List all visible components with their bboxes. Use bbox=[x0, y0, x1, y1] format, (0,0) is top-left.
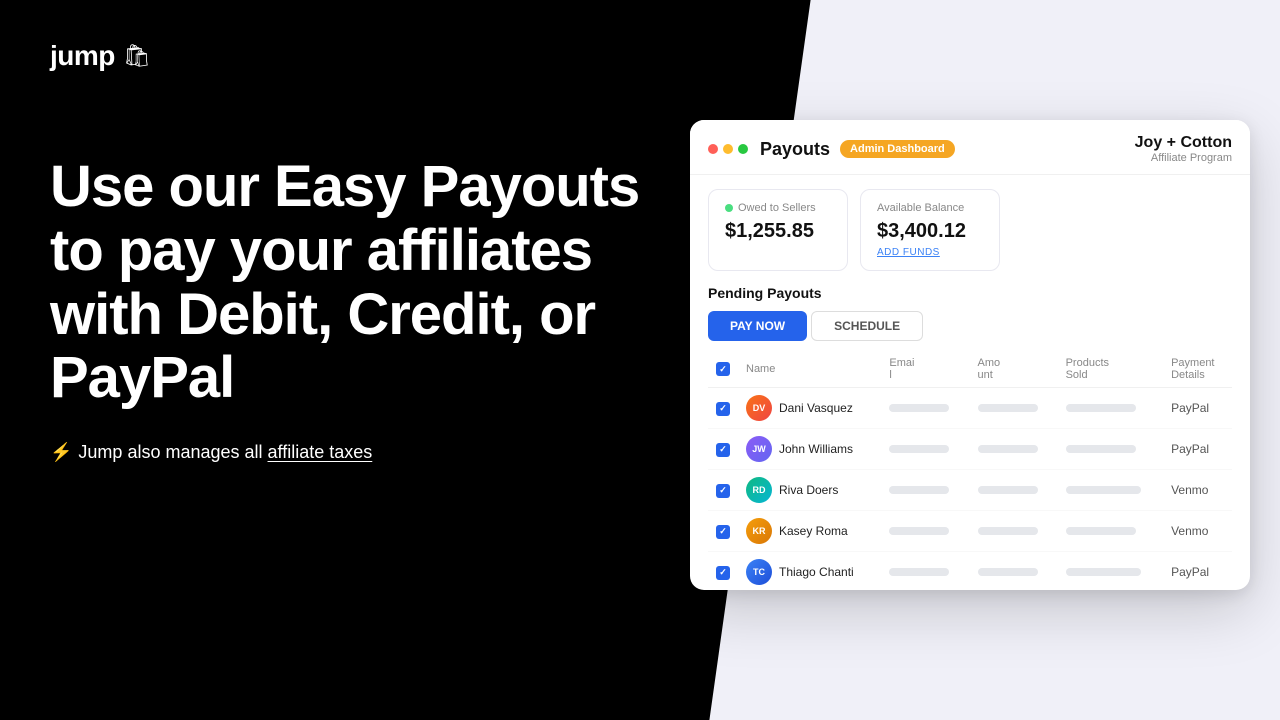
headline-area: Use our Easy Payouts to pay your affilia… bbox=[50, 155, 650, 463]
name-cell: DV Dani Vasquez bbox=[746, 395, 873, 421]
name-cell: RD Riva Doers bbox=[746, 477, 873, 503]
owed-value: $1,255.85 bbox=[725, 220, 831, 243]
person-name: Riva Doers bbox=[779, 483, 838, 497]
col-email: Email bbox=[881, 351, 969, 388]
email-placeholder bbox=[889, 445, 949, 453]
amount-placeholder bbox=[978, 445, 1038, 453]
person-name: John Williams bbox=[779, 442, 853, 456]
tab-row: PAY NOW SCHEDULE bbox=[708, 311, 1232, 341]
dot-yellow bbox=[723, 144, 733, 154]
avatar: JW bbox=[746, 436, 772, 462]
products-placeholder bbox=[1066, 404, 1136, 412]
payment-method: PayPal bbox=[1163, 388, 1232, 429]
tagline: ⚡ Jump also manages all affiliate taxes bbox=[50, 442, 650, 463]
avatar: KR bbox=[746, 518, 772, 544]
logo-area: jump 🛍 bbox=[50, 40, 151, 72]
person-name: Kasey Roma bbox=[779, 524, 848, 538]
admin-badge: Admin Dashboard bbox=[840, 140, 955, 158]
window-titlebar: Payouts Admin Dashboard Joy + Cotton Aff… bbox=[690, 120, 1250, 175]
email-placeholder bbox=[889, 486, 949, 494]
header-checkbox[interactable] bbox=[716, 362, 730, 376]
row-checkbox[interactable] bbox=[716, 443, 730, 457]
stats-area: Owed to Sellers $1,255.85 Available Bala… bbox=[690, 175, 1250, 281]
schedule-tab[interactable]: SCHEDULE bbox=[811, 311, 923, 341]
tagline-text: Jump also manages all affiliate taxes bbox=[78, 442, 372, 463]
payment-method: Venmo bbox=[1163, 470, 1232, 511]
col-payment: PaymentDetails bbox=[1163, 351, 1232, 388]
table-row: JW John Williams PayPal bbox=[708, 429, 1232, 470]
add-funds-link[interactable]: ADD FUNDS bbox=[877, 247, 983, 258]
owed-label: Owed to Sellers bbox=[725, 202, 831, 214]
products-placeholder bbox=[1066, 445, 1136, 453]
table-row: RD Riva Doers Venmo bbox=[708, 470, 1232, 511]
row-checkbox[interactable] bbox=[716, 566, 730, 580]
products-placeholder bbox=[1066, 486, 1141, 494]
payout-table: Name Email Amount ProductsSold PaymentDe… bbox=[708, 351, 1232, 590]
table-row: KR Kasey Roma Venmo bbox=[708, 511, 1232, 552]
dot-green bbox=[738, 144, 748, 154]
avatar: RD bbox=[746, 477, 772, 503]
table-header: Name Email Amount ProductsSold PaymentDe… bbox=[708, 351, 1232, 388]
table-body: DV Dani Vasquez PayPal JW Joh bbox=[708, 388, 1232, 591]
person-name: Dani Vasquez bbox=[779, 401, 853, 415]
products-placeholder bbox=[1066, 568, 1141, 576]
owed-sellers-card: Owed to Sellers $1,255.85 bbox=[708, 189, 848, 271]
row-checkbox[interactable] bbox=[716, 484, 730, 498]
payouts-title: Payouts bbox=[760, 139, 830, 160]
amount-placeholder bbox=[978, 404, 1038, 412]
available-balance-card: Available Balance $3,400.12 ADD FUNDS bbox=[860, 189, 1000, 271]
pay-now-tab[interactable]: PAY NOW bbox=[708, 311, 807, 341]
pending-title: Pending Payouts bbox=[708, 285, 1232, 301]
col-name: Name bbox=[738, 351, 881, 388]
brand-sub: Affiliate Program bbox=[1135, 152, 1232, 164]
email-placeholder bbox=[889, 404, 949, 412]
table-row: TC Thiago Chanti PayPal bbox=[708, 552, 1232, 591]
payment-method: PayPal bbox=[1163, 429, 1232, 470]
window-title-section: Payouts Admin Dashboard bbox=[760, 139, 1127, 160]
col-products: ProductsSold bbox=[1058, 351, 1163, 388]
dashboard-window: Payouts Admin Dashboard Joy + Cotton Aff… bbox=[690, 120, 1250, 590]
pending-section: Pending Payouts PAY NOW SCHEDULE Name Em… bbox=[690, 281, 1250, 590]
amount-placeholder bbox=[978, 568, 1038, 576]
col-amount: Amount bbox=[970, 351, 1058, 388]
tagline-icon: ⚡ bbox=[50, 442, 72, 463]
row-checkbox[interactable] bbox=[716, 525, 730, 539]
headline-text: Use our Easy Payouts to pay your affilia… bbox=[50, 155, 650, 410]
avatar: DV bbox=[746, 395, 772, 421]
balance-label: Available Balance bbox=[877, 202, 983, 214]
brand-info: Joy + Cotton Affiliate Program bbox=[1135, 134, 1232, 164]
logo-text: jump bbox=[50, 40, 115, 72]
amount-placeholder bbox=[978, 527, 1038, 535]
col-checkbox bbox=[708, 351, 738, 388]
payment-method: Venmo bbox=[1163, 511, 1232, 552]
name-cell: TC Thiago Chanti bbox=[746, 559, 873, 585]
email-placeholder bbox=[889, 527, 949, 535]
stat-dot-green bbox=[725, 204, 733, 212]
name-cell: JW John Williams bbox=[746, 436, 873, 462]
email-placeholder bbox=[889, 568, 949, 576]
payment-method: PayPal bbox=[1163, 552, 1232, 591]
brand-name: Joy + Cotton bbox=[1135, 134, 1232, 152]
amount-placeholder bbox=[978, 486, 1038, 494]
name-cell: KR Kasey Roma bbox=[746, 518, 873, 544]
person-name: Thiago Chanti bbox=[779, 565, 854, 579]
balance-value: $3,400.12 bbox=[877, 220, 983, 243]
logo-icon: 🛍 bbox=[123, 43, 151, 69]
row-checkbox[interactable] bbox=[716, 402, 730, 416]
products-placeholder bbox=[1066, 527, 1136, 535]
avatar: TC bbox=[746, 559, 772, 585]
window-dots bbox=[708, 144, 748, 154]
dot-red bbox=[708, 144, 718, 154]
table-row: DV Dani Vasquez PayPal bbox=[708, 388, 1232, 429]
